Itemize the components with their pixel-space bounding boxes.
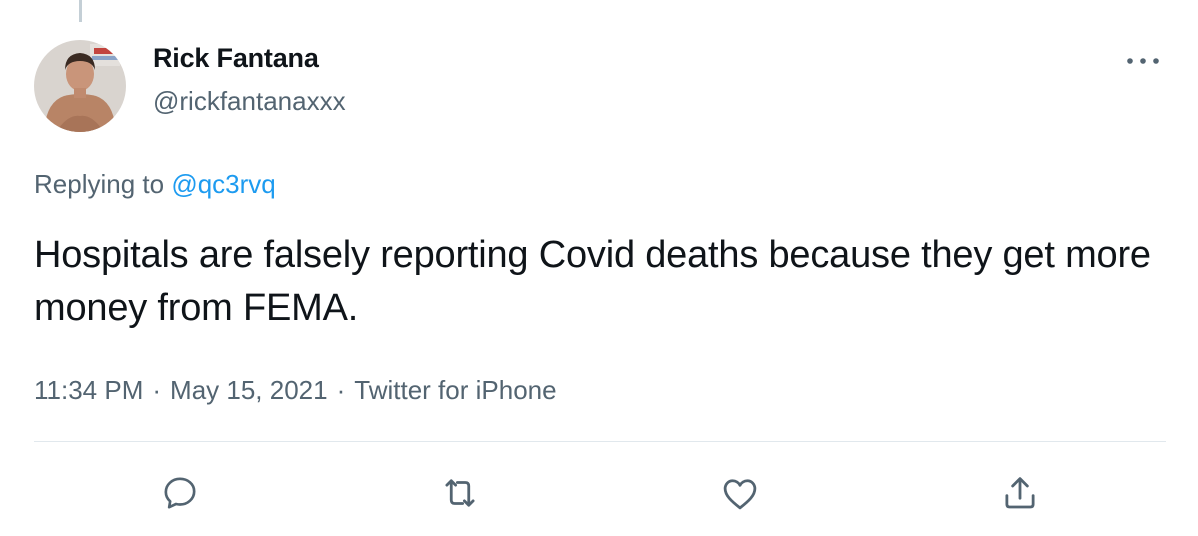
meta-separator: · — [152, 375, 162, 405]
tweet-source[interactable]: Twitter for iPhone — [354, 375, 556, 405]
like-icon — [723, 479, 757, 510]
tweet-date[interactable]: May 15, 2021 — [170, 375, 328, 405]
replying-to-mention-link[interactable]: @qc3rvq — [171, 169, 275, 199]
more-options-button[interactable] — [1120, 48, 1166, 74]
retweet-button[interactable] — [438, 471, 482, 515]
author-display-name[interactable]: Rick Fantana — [153, 43, 319, 74]
more-horizontal-icon — [1127, 58, 1159, 64]
reply-button[interactable] — [158, 471, 202, 515]
reply-icon — [164, 477, 196, 509]
thread-connector-line — [79, 0, 82, 22]
divider — [34, 441, 1166, 442]
share-icon — [1005, 477, 1035, 509]
tweet-time[interactable]: 11:34 PM — [34, 375, 143, 405]
tweet-text: Hospitals are falsely reporting Covid de… — [34, 234, 1151, 329]
author-handle[interactable]: @rickfantanaxxx — [153, 86, 346, 117]
meta-separator: · — [336, 375, 346, 405]
retweet-icon — [445, 479, 475, 507]
avatar[interactable] — [34, 40, 126, 132]
replying-to-label: Replying to — [34, 169, 165, 199]
share-button[interactable] — [998, 471, 1042, 515]
like-button[interactable] — [718, 471, 762, 515]
replying-to-line: Replying to @qc3rvq — [34, 169, 276, 200]
tweet-metadata: 11:34 PM · May 15, 2021 · Twitter for iPhone — [34, 375, 557, 406]
avatar-image — [34, 40, 126, 132]
